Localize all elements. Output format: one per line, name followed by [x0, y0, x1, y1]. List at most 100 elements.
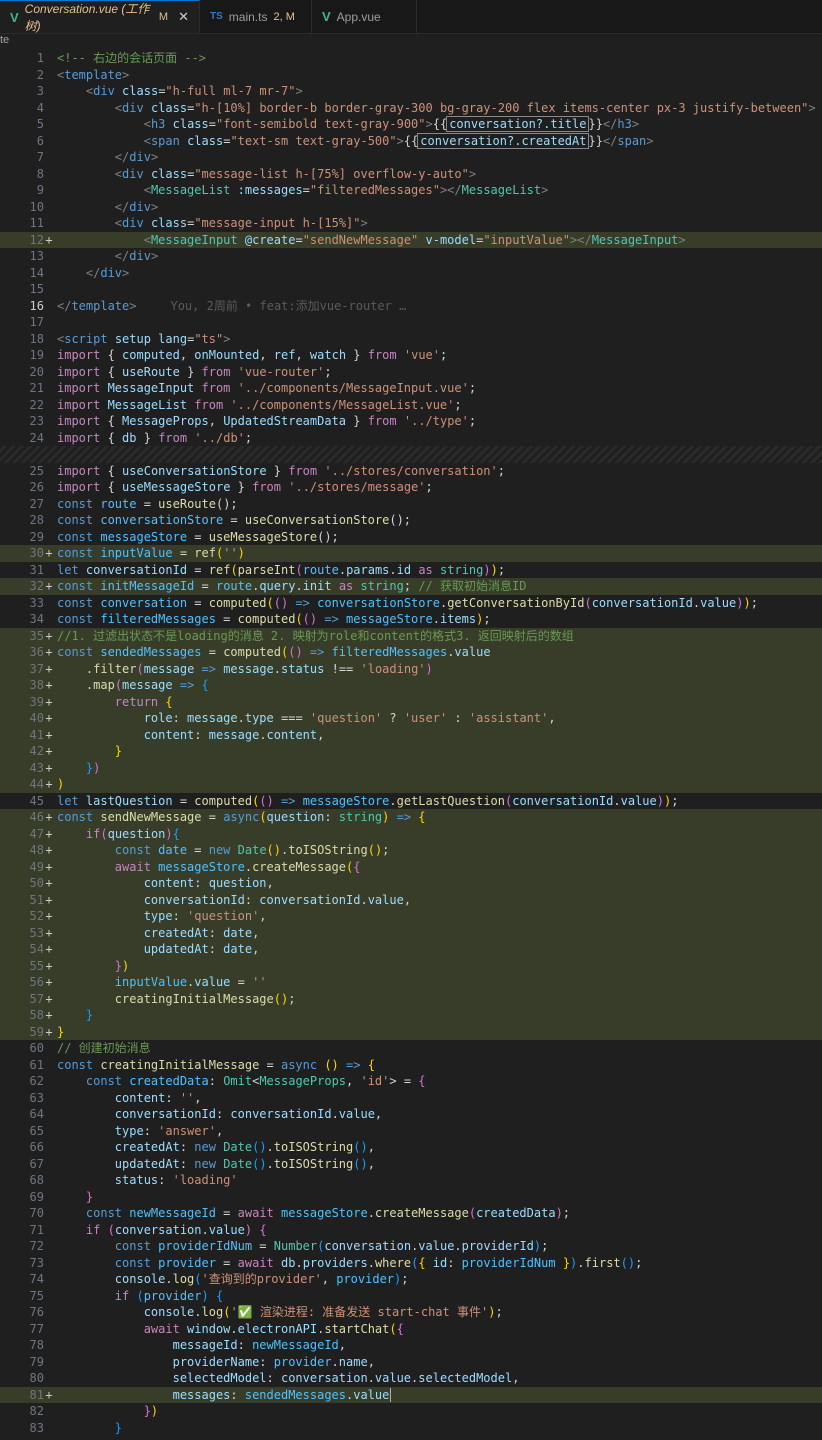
code-line[interactable]: 45 let lastQuestion = computed(() => mess…: [0, 793, 822, 810]
code-line[interactable]: 46 + const sendNewMessage = async(question…: [0, 809, 822, 826]
code-line[interactable]: 47 + if(question){: [0, 825, 822, 843]
code-line[interactable]: 43 + }): [0, 759, 822, 777]
fold-plus-icon[interactable]: +: [44, 859, 54, 876]
code-line[interactable]: 67 updatedAt: new Date().toISOString(),: [0, 1156, 822, 1173]
tab-2[interactable]: V App.vue: [312, 0, 417, 33]
code-line[interactable]: 66 createdAt: new Date().toISOString(),: [0, 1139, 822, 1156]
code-line[interactable]: 30 + const inputValue = ref(''): [0, 545, 822, 562]
code-line[interactable]: 71 if (conversation.value) {: [0, 1222, 822, 1239]
code-line[interactable]: 2 <template>: [0, 67, 822, 84]
code-line[interactable]: 53 + createdAt: date,: [0, 924, 822, 942]
code-line[interactable]: 52 + type: 'question',: [0, 908, 822, 925]
code-line[interactable]: 83 }: [0, 1420, 822, 1437]
code-line[interactable]: 73 const provider = await db.providers.w…: [0, 1255, 822, 1272]
fold-plus-icon[interactable]: +: [44, 677, 54, 694]
code-line[interactable]: 8 <div class="message-list h-[75%] overf…: [0, 166, 822, 183]
code-line[interactable]: 80 selectedModel: conversation.value.sel…: [0, 1370, 822, 1387]
close-icon[interactable]: ✕: [178, 9, 189, 25]
fold-plus-icon[interactable]: +: [44, 760, 54, 777]
code-line[interactable]: 26 import { useMessageStore } from '../st…: [0, 479, 822, 496]
code-line[interactable]: 58 + }: [0, 1007, 822, 1024]
fold-plus-icon[interactable]: +: [44, 826, 54, 843]
fold-plus-icon[interactable]: +: [44, 628, 54, 645]
code-line[interactable]: 82 }): [0, 1403, 822, 1420]
code-line[interactable]: 54 + updatedAt: date,: [0, 941, 822, 958]
fold-plus-icon[interactable]: +: [44, 1024, 54, 1041]
fold-plus-icon[interactable]: +: [44, 908, 54, 925]
code-line[interactable]: 34 const filteredMessages = computed(() =…: [0, 611, 822, 628]
code-line[interactable]: 17: [0, 314, 822, 331]
fold-plus-icon[interactable]: +: [44, 1387, 54, 1404]
code-line[interactable]: 6 <span class="text-sm text-gray-500">{{…: [0, 132, 822, 150]
code-line[interactable]: 65 type: 'answer',: [0, 1123, 822, 1140]
code-line[interactable]: 72 const providerIdNum = Number(conversa…: [0, 1238, 822, 1255]
fold-plus-icon[interactable]: +: [44, 727, 54, 744]
fold-plus-icon[interactable]: +: [44, 941, 54, 958]
code-line[interactable]: 14 </div>: [0, 265, 822, 282]
fold-plus-icon[interactable]: +: [44, 644, 54, 661]
code-line[interactable]: 77 await window.electronAPI.startChat({: [0, 1321, 822, 1338]
code-line[interactable]: 63 content: '',: [0, 1090, 822, 1107]
code-line[interactable]: 69 }: [0, 1189, 822, 1206]
code-line[interactable]: 16 </template> You, 2周前 • feat:添加vue-route…: [0, 298, 822, 315]
code-line[interactable]: 23 import { MessageProps, UpdatedStreamDa…: [0, 413, 822, 430]
code-line[interactable]: 51 + conversationId: conversationId.value…: [0, 891, 822, 908]
code-line[interactable]: 10 </div>: [0, 199, 822, 216]
fold-plus-icon[interactable]: +: [44, 925, 54, 942]
code-line[interactable]: 57 + creatingInitialMessage();: [0, 990, 822, 1008]
fold-plus-icon[interactable]: +: [44, 710, 54, 727]
code-line[interactable]: 42 + }: [0, 743, 822, 760]
code-line[interactable]: 29 const messageStore = useMessageStore()…: [0, 529, 822, 546]
code-line[interactable]: 18 <script setup lang="ts">: [0, 331, 822, 348]
code-line[interactable]: 13 </div>: [0, 248, 822, 265]
code-line[interactable]: 12 + <MessageInput @create="sendNewMessag…: [0, 231, 822, 249]
code-line[interactable]: 37 + .filter(message => message.status !=…: [0, 660, 822, 677]
code-line[interactable]: 25 import { useConversationStore } from '…: [0, 463, 822, 480]
code-line[interactable]: 31 let conversationId = ref(parseInt(rout…: [0, 562, 822, 579]
code-line[interactable]: 3 <div class="h-full ml-7 mr-7">: [0, 83, 822, 100]
code-line[interactable]: 38 + .map(message => {: [0, 677, 822, 694]
tab-1[interactable]: TS main.ts 2, M: [200, 0, 312, 33]
code-line[interactable]: 11 <div class="message-input h-[15%]">: [0, 215, 822, 232]
fold-plus-icon[interactable]: +: [44, 776, 54, 793]
fold-plus-icon[interactable]: +: [44, 991, 54, 1008]
code-line[interactable]: 5 <h3 class="font-semibold text-gray-900…: [0, 116, 822, 133]
code-line[interactable]: 33 const conversation = computed(() => co…: [0, 595, 822, 612]
code-line[interactable]: 50 + content: question,: [0, 875, 822, 892]
code-line[interactable]: 24 import { db } from '../db';: [0, 430, 822, 447]
fold-plus-icon[interactable]: +: [44, 875, 54, 892]
code-line[interactable]: 68 status: 'loading': [0, 1172, 822, 1189]
fold-plus-icon[interactable]: +: [44, 743, 54, 760]
code-line[interactable]: 1 <!-- 右边的会话页面 -->: [0, 50, 822, 67]
code-line[interactable]: 81 + messages: sendedMessages.value: [0, 1386, 822, 1404]
fold-plus-icon[interactable]: +: [44, 809, 54, 826]
code-line[interactable]: 49 + await messageStore.createMessage({: [0, 858, 822, 876]
code-line[interactable]: 56 + inputValue.value = '': [0, 974, 822, 991]
code-line[interactable]: 61 const creatingInitialMessage = async (…: [0, 1057, 822, 1074]
code-line[interactable]: 41 + content: message.content,: [0, 726, 822, 744]
code-line[interactable]: 9 <MessageList :messages="filteredMessag…: [0, 182, 822, 199]
code-line[interactable]: 39 + return {: [0, 693, 822, 710]
code-line[interactable]: 20 import { useRoute } from 'vue-router';: [0, 364, 822, 381]
code-line[interactable]: 35 +//1. 过滤出状态不是loading的消息 2. 映射为role和con…: [0, 627, 822, 645]
code-line[interactable]: 59 +}: [0, 1023, 822, 1041]
code-line[interactable]: 32 + const initMessageId = route.query.ini…: [0, 578, 822, 595]
fold-plus-icon[interactable]: +: [44, 545, 54, 562]
code-line[interactable]: 70 const newMessageId = await messageSto…: [0, 1205, 822, 1222]
code-line[interactable]: 60 // 创建初始消息: [0, 1040, 822, 1057]
code-line[interactable]: 36 + const sendedMessages = computed(() =>…: [0, 644, 822, 661]
code-line[interactable]: 7 </div>: [0, 149, 822, 166]
code-line[interactable]: 40 + role: message.type === 'question' ? …: [0, 710, 822, 727]
code-line[interactable]: 48 + const date = new Date().toISOString(…: [0, 842, 822, 859]
fold-plus-icon[interactable]: +: [44, 974, 54, 991]
fold-plus-icon[interactable]: +: [44, 232, 54, 249]
code-line[interactable]: 15: [0, 281, 822, 298]
code-editor[interactable]: 1 <!-- 右边的会话页面 --> 2 <template> 3 <div class…: [0, 50, 822, 1440]
code-line[interactable]: 78 messageId: newMessageId,: [0, 1337, 822, 1354]
code-line[interactable]: 22 import MessageList from '../components…: [0, 397, 822, 414]
code-line[interactable]: 62 const createdData: Omit<MessageProps,…: [0, 1073, 822, 1090]
tab-0[interactable]: V Conversation.vue (工作树) M ✕: [0, 0, 200, 33]
code-line[interactable]: 64 conversationId: conversationId.value,: [0, 1106, 822, 1123]
code-line[interactable]: 44 +): [0, 776, 822, 793]
fold-plus-icon[interactable]: +: [44, 842, 54, 859]
